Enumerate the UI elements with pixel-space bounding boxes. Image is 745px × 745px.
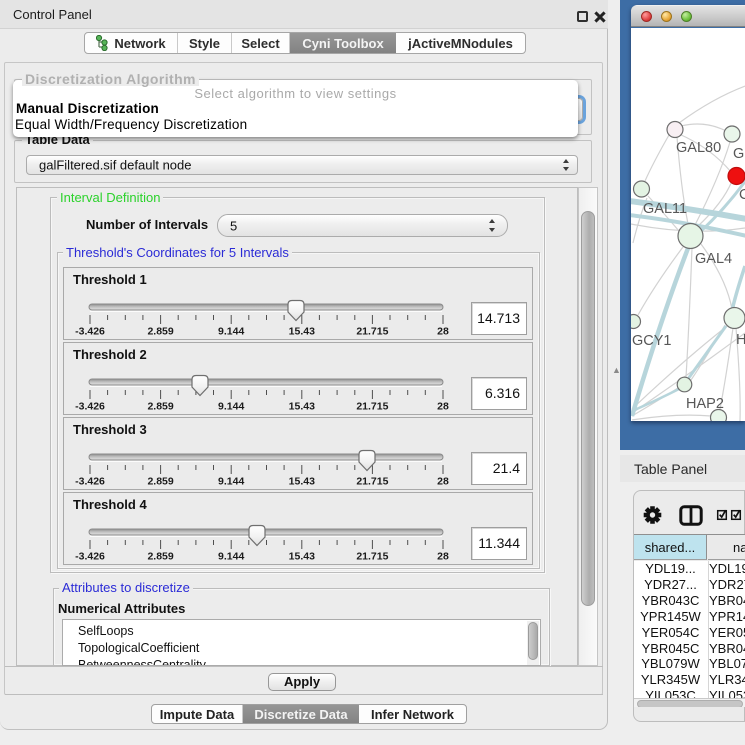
svg-text:28: 28: [437, 551, 449, 563]
svg-text:9.144: 9.144: [218, 551, 244, 563]
svg-text:15.43: 15.43: [289, 551, 315, 563]
svg-text:21.715: 21.715: [356, 401, 388, 413]
svg-text:21.715: 21.715: [356, 551, 388, 563]
svg-text:9.144: 9.144: [218, 401, 244, 413]
svg-text:-3.426: -3.426: [75, 401, 105, 413]
svg-text:2.859: 2.859: [147, 401, 173, 413]
svg-text:GCY1: GCY1: [632, 333, 672, 349]
svg-text:-3.426: -3.426: [75, 476, 105, 488]
svg-text:H: H: [736, 332, 745, 348]
svg-text:15.43: 15.43: [289, 476, 315, 488]
svg-text:-3.426: -3.426: [75, 551, 105, 563]
svg-text:-3.426: -3.426: [75, 326, 105, 338]
svg-text:21.715: 21.715: [356, 476, 388, 488]
svg-text:15.43: 15.43: [289, 401, 315, 413]
svg-text:GAL80: GAL80: [676, 140, 721, 156]
svg-text:C: C: [739, 187, 745, 203]
svg-text:28: 28: [437, 401, 449, 413]
svg-text:G.: G.: [733, 146, 745, 162]
svg-text:28: 28: [437, 476, 449, 488]
svg-text:GAL11: GAL11: [643, 201, 687, 217]
svg-text:2.859: 2.859: [147, 551, 173, 563]
svg-text:9.144: 9.144: [218, 476, 244, 488]
svg-text:GAL4: GAL4: [695, 251, 732, 267]
svg-text:9.144: 9.144: [218, 326, 244, 338]
svg-text:2.859: 2.859: [147, 476, 173, 488]
svg-text:15.43: 15.43: [289, 326, 315, 338]
svg-text:2.859: 2.859: [147, 326, 173, 338]
svg-text:HAP2: HAP2: [686, 396, 724, 412]
svg-text:21.715: 21.715: [356, 326, 388, 338]
svg-text:28: 28: [437, 326, 449, 338]
